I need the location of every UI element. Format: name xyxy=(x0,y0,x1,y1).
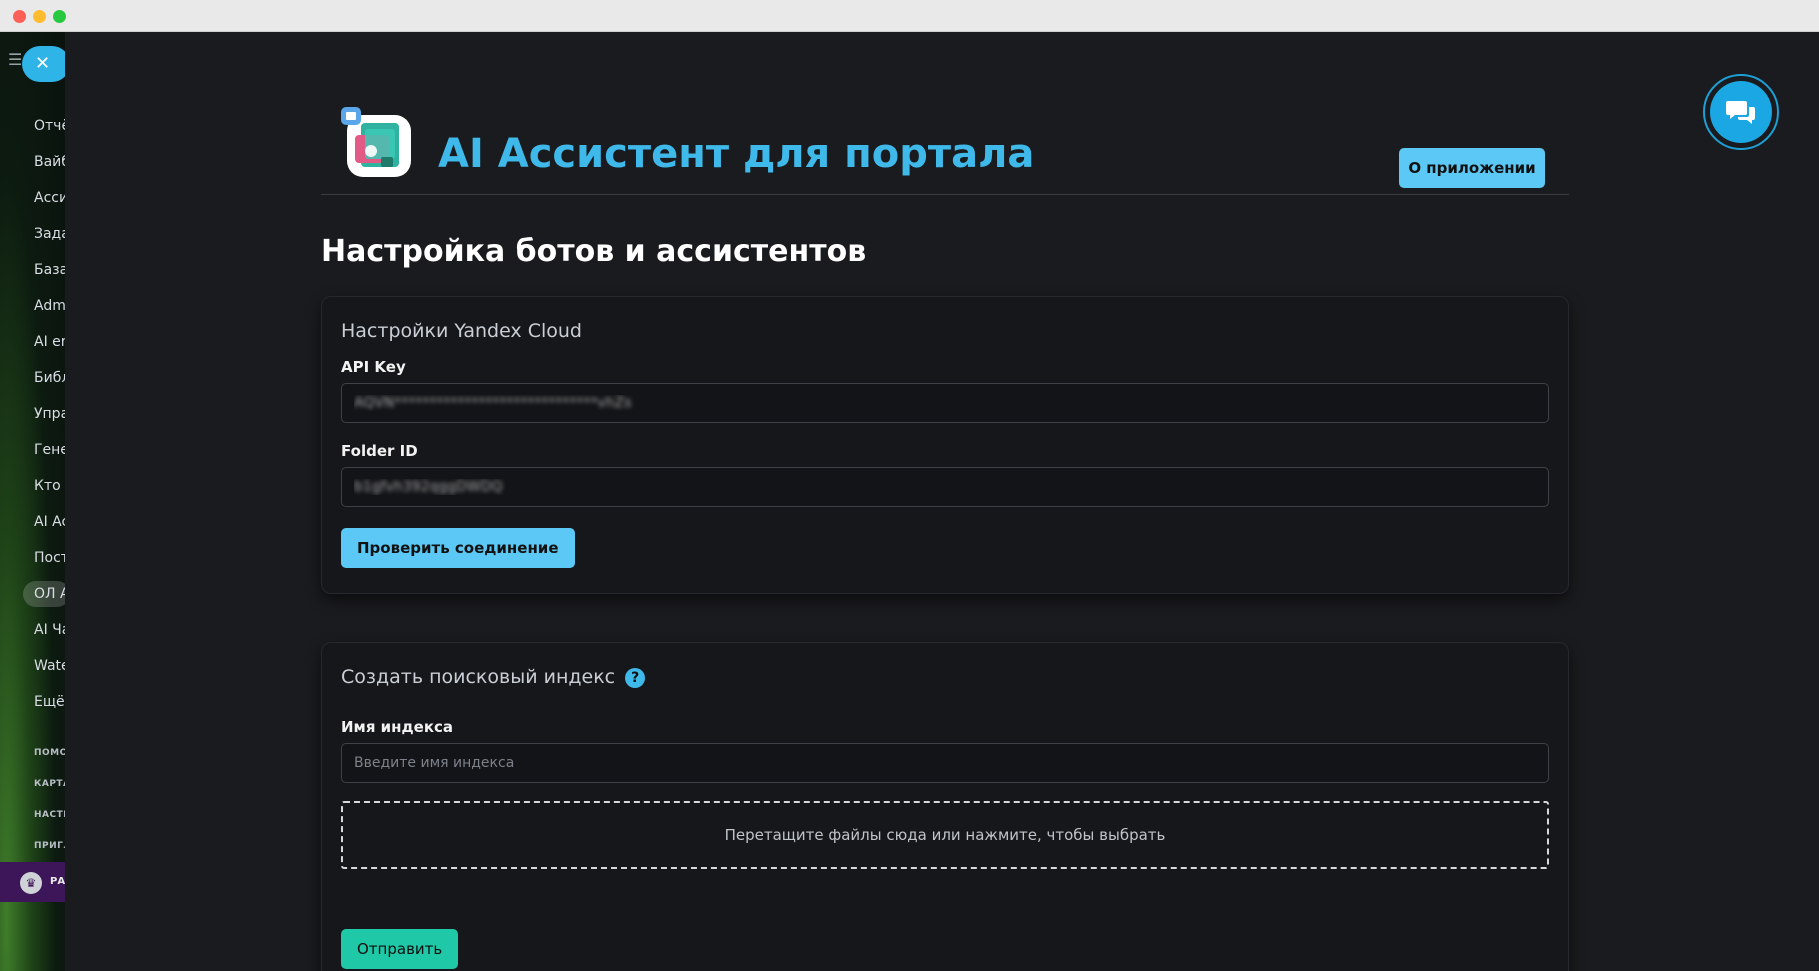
app-header: AI Ассистент для портала О приложении xyxy=(321,97,1569,195)
app-main: AI Ассистент для портала О приложении На… xyxy=(65,32,1819,971)
sidebar-item[interactable]: Упра xyxy=(34,396,65,432)
card-title: Настройки Yandex Cloud xyxy=(341,320,582,342)
sidebar-item[interactable]: Отчё xyxy=(34,108,65,144)
about-app-button[interactable]: О приложении xyxy=(1399,148,1545,188)
index-name-label: Имя индекса xyxy=(341,718,454,736)
close-icon: ✕ xyxy=(35,53,51,74)
sidebar-item[interactable]: AI Ac xyxy=(34,504,65,540)
close-sidebar-button[interactable]: ✕ xyxy=(22,46,65,82)
chat-bubbles-icon xyxy=(1726,101,1755,124)
api-key-input[interactable] xyxy=(341,383,1549,423)
portal-sidebar: ☰ ✕ Отчё Вайб Асси Зада База Adm AI er Б… xyxy=(0,32,65,971)
chat-widget-inner xyxy=(1710,81,1772,143)
sidebar-item[interactable]: AI er xyxy=(34,324,65,360)
yandex-cloud-settings-card: Настройки Yandex Cloud API Key Folder ID… xyxy=(321,296,1569,594)
sidebar-link-map[interactable]: КАРТА xyxy=(34,779,65,789)
sidebar-link-help[interactable]: ПОМО xyxy=(34,748,65,758)
index-name-input[interactable] xyxy=(341,743,1549,783)
sidebar-promo-bar[interactable]: ♛ РА xyxy=(0,862,65,902)
sidebar-item[interactable]: База xyxy=(34,252,65,288)
sidebar-item-more[interactable]: Ещё xyxy=(34,684,65,720)
app-logo-icon xyxy=(341,107,411,177)
sidebar-item[interactable]: Adm xyxy=(34,288,65,324)
sidebar-item[interactable]: Асси xyxy=(34,180,65,216)
submit-button[interactable]: Отправить xyxy=(341,929,459,969)
sidebar-item[interactable]: Вайб xyxy=(34,144,65,180)
minimize-window-button[interactable] xyxy=(33,10,46,23)
app-title: AI Ассистент для портала xyxy=(438,131,1035,177)
api-key-label: API Key xyxy=(341,358,406,376)
sidebar-item[interactable]: AI Ча xyxy=(34,612,65,648)
folder-id-input[interactable] xyxy=(341,467,1549,507)
sidebar-item[interactable]: Зада xyxy=(34,216,65,252)
sidebar-item[interactable]: Библ xyxy=(34,360,65,396)
promo-label: РА xyxy=(50,876,65,887)
close-window-button[interactable] xyxy=(13,10,26,23)
sidebar-item[interactable]: Кто в xyxy=(34,468,65,504)
sidebar-menu: Отчё Вайб Асси Зада База Adm AI er Библ … xyxy=(23,108,65,720)
sidebar-item[interactable]: Пост xyxy=(34,540,65,576)
page-title: Настройка ботов и ассистентов xyxy=(321,234,867,269)
sidebar-link-settings[interactable]: НАСТР xyxy=(34,810,65,820)
crown-icon: ♛ xyxy=(20,872,42,894)
sidebar-item[interactable]: Гене xyxy=(34,432,65,468)
sidebar-item-active[interactable]: ОЛ А xyxy=(23,581,65,607)
sidebar-item[interactable]: Wate xyxy=(34,648,65,684)
maximize-window-button[interactable] xyxy=(53,10,66,23)
window-titlebar xyxy=(0,0,1819,32)
chat-widget-button[interactable] xyxy=(1703,74,1779,150)
card-title-text: Создать поисковый индекс xyxy=(341,666,616,688)
folder-id-label: Folder ID xyxy=(341,442,418,460)
help-icon[interactable]: ? xyxy=(625,668,646,688)
card-title: Создать поисковый индекс? xyxy=(341,666,646,688)
create-search-index-card: Создать поисковый индекс? Имя индекса Пе… xyxy=(321,642,1569,971)
file-dropzone[interactable]: Перетащите файлы сюда или нажмите, чтобы… xyxy=(341,801,1549,869)
sidebar-link-invite[interactable]: ПРИГЛ xyxy=(34,841,65,851)
check-connection-button[interactable]: Проверить соединение xyxy=(341,528,575,568)
